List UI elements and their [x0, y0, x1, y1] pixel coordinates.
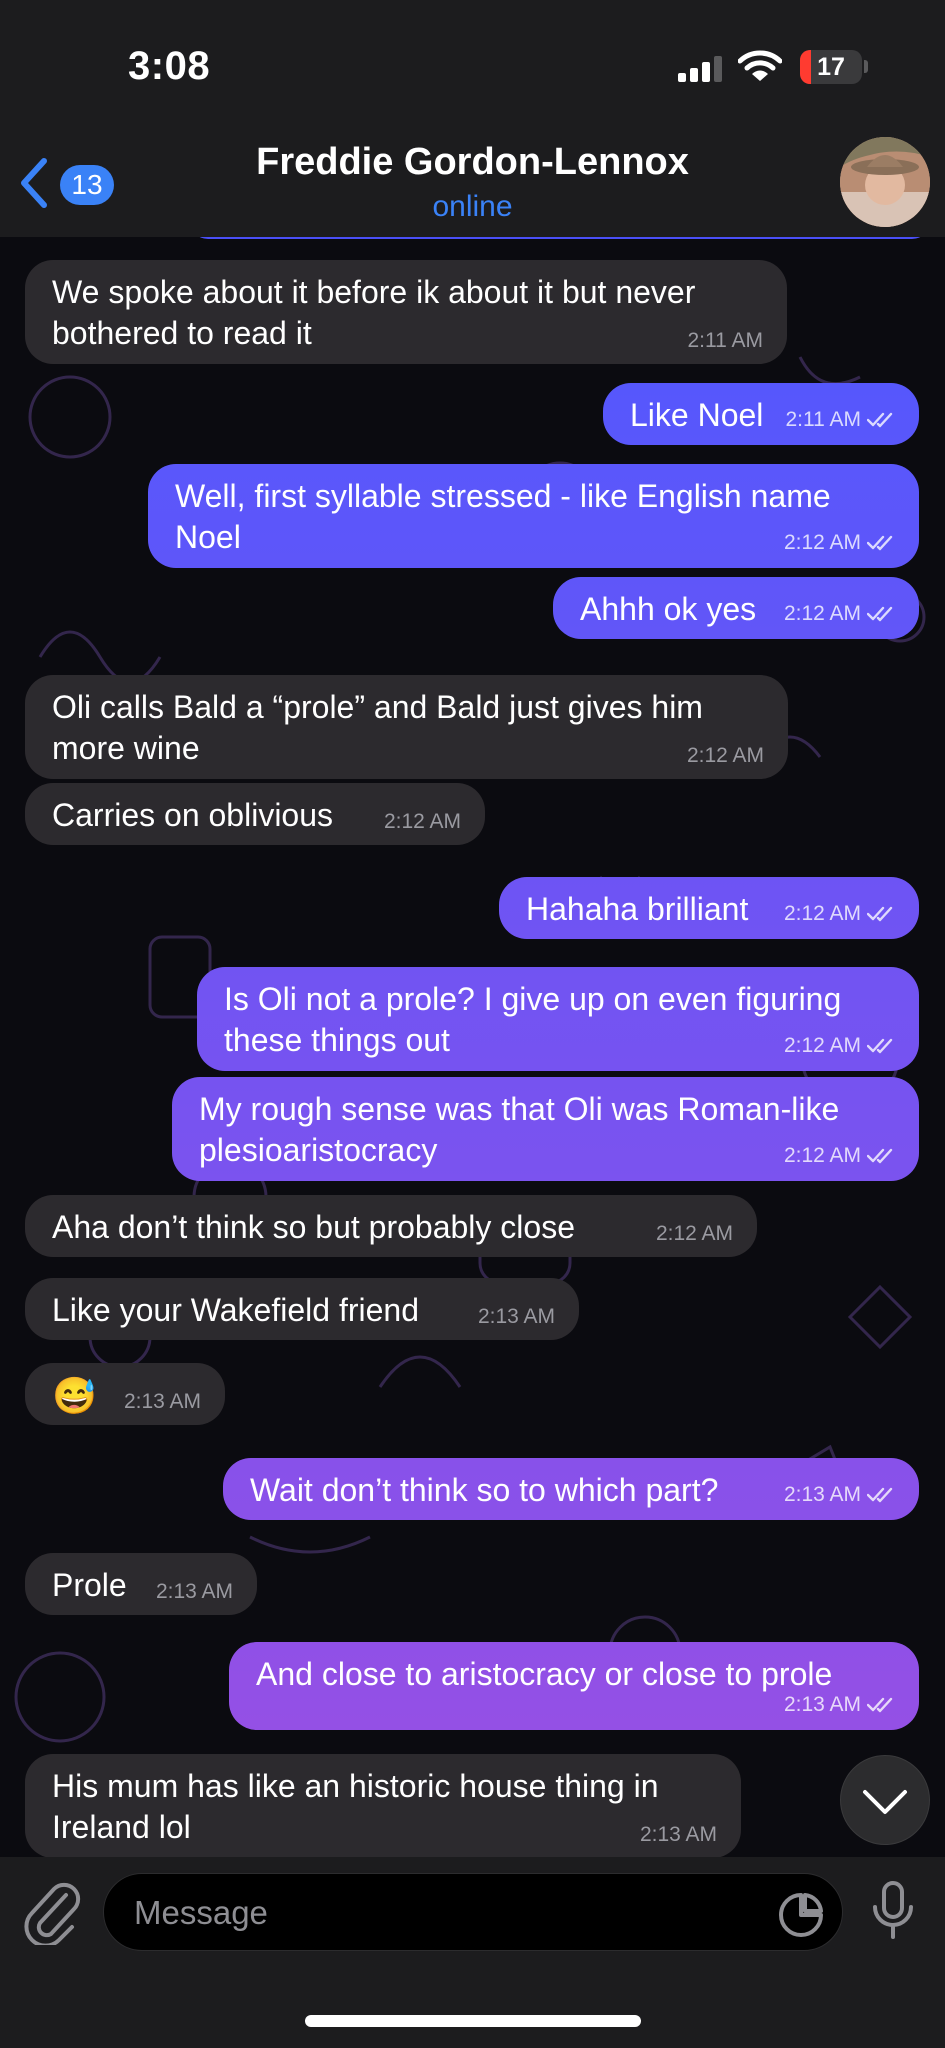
message-text: And close to aristocracy or close to pro…: [256, 1656, 833, 1692]
status-bar: 3:08 17: [0, 0, 945, 125]
chevron-down-icon: [863, 1790, 907, 1814]
outgoing-message[interactable]: Like Noel 2:11 AM: [603, 383, 919, 445]
message-meta: 2:12 AM: [656, 1221, 733, 1247]
incoming-message[interactable]: Carries on oblivious 2:12 AM: [25, 783, 485, 845]
chat-area[interactable]: We spoke about it before ik about it but…: [0, 237, 945, 1857]
double-check-icon: [866, 409, 895, 435]
wifi-icon: [737, 50, 783, 87]
message-meta: 2:12 AM: [784, 1143, 895, 1171]
incoming-message[interactable]: Aha don’t think so but probably close 2:1…: [25, 1195, 757, 1257]
message-text: Oli calls Bald a “prole” and Bald just g…: [52, 689, 703, 766]
message-meta: 2:12 AM: [784, 1033, 895, 1061]
message-text: We spoke about it before ik about it but…: [52, 274, 696, 351]
message-meta: 2:13 AM: [124, 1389, 201, 1415]
battery-icon: 17: [800, 50, 862, 84]
input-bar: [0, 1857, 945, 2048]
message-meta: 2:13 AM: [156, 1579, 233, 1605]
incoming-message[interactable]: Like your Wakefield friend 2:13 AM: [25, 1278, 579, 1340]
outgoing-message[interactable]: Well, first syllable stressed - like Eng…: [148, 464, 919, 568]
message-time: 2:13 AM: [477, 1305, 555, 1328]
previous-message-edge: [190, 237, 930, 239]
message-time: 2:12 AM: [783, 902, 861, 925]
message-meta: 2:12 AM: [784, 601, 895, 629]
message-meta: 2:13 AM: [784, 1692, 895, 1720]
message-meta: 2:13 AM: [784, 1482, 895, 1510]
incoming-message[interactable]: Oli calls Bald a “prole” and Bald just g…: [25, 675, 788, 779]
message-time: 2:11 AM: [687, 329, 764, 352]
outgoing-message[interactable]: Wait don’t think so to which part? 2:13 A…: [223, 1458, 919, 1520]
outgoing-message[interactable]: Hahaha brilliant 2:12 AM: [499, 877, 919, 939]
sticker-icon[interactable]: [776, 1892, 826, 1943]
chat-header: 13 Freddie Gordon-Lennox online: [0, 125, 945, 238]
message-meta: 2:12 AM: [384, 809, 461, 835]
message-input[interactable]: [132, 1874, 736, 1952]
double-check-icon: [866, 1035, 895, 1061]
message-time: 2:12 AM: [783, 531, 861, 554]
paperclip-icon[interactable]: [22, 1881, 82, 1950]
home-indicator: [305, 2015, 641, 2027]
message-time: 2:13 AM: [783, 1693, 861, 1716]
battery-tip: [864, 60, 868, 73]
incoming-message[interactable]: His mum has like an historic house thing…: [25, 1754, 741, 1857]
status-time: 3:08: [128, 44, 211, 88]
outgoing-message[interactable]: And close to aristocracy or close to pro…: [229, 1642, 919, 1730]
message-text: His mum has like an historic house thing…: [52, 1768, 659, 1845]
message-meta: 2:11 AM: [786, 407, 896, 435]
double-check-icon: [866, 603, 895, 629]
message-time: 2:12 AM: [383, 810, 461, 833]
double-check-icon: [866, 903, 895, 929]
signal-icon: [678, 56, 728, 87]
outgoing-message[interactable]: My rough sense was that Oli was Roman-li…: [172, 1077, 919, 1181]
message-time: 2:12 AM: [686, 744, 764, 767]
battery-level-text: 17: [817, 53, 845, 81]
double-check-icon: [866, 1484, 895, 1510]
message-field[interactable]: [103, 1873, 843, 1952]
message-meta: 2:13 AM: [478, 1304, 555, 1330]
message-meta: 2:12 AM: [784, 530, 895, 558]
avatar[interactable]: [840, 137, 930, 227]
outgoing-message[interactable]: Ahhh ok yes 2:12 AM: [553, 577, 919, 639]
message-time: 2:13 AM: [783, 1483, 861, 1506]
message-time: 2:11 AM: [785, 408, 862, 431]
message-time: 2:13 AM: [123, 1390, 201, 1413]
double-check-icon: [866, 532, 895, 558]
message-meta: 2:11 AM: [688, 328, 764, 354]
message-time: 2:13 AM: [639, 1823, 717, 1846]
message-time: 2:12 AM: [783, 1144, 861, 1167]
message-time: 2:12 AM: [783, 602, 861, 625]
message-text: Aha don’t think so but probably close: [52, 1209, 575, 1245]
microphone-icon[interactable]: [869, 1879, 917, 1948]
message-time: 2:12 AM: [655, 1222, 733, 1245]
message-meta: 2:12 AM: [784, 901, 895, 929]
message-time: 2:13 AM: [155, 1580, 233, 1603]
incoming-message[interactable]: 😅 2:13 AM: [25, 1363, 225, 1425]
message-time: 2:12 AM: [783, 1034, 861, 1057]
outgoing-message[interactable]: Is Oli not a prole? I give up on even fi…: [197, 967, 919, 1071]
message-text: Like your Wakefield friend: [52, 1292, 419, 1328]
message-meta: 2:12 AM: [687, 743, 764, 769]
contact-name[interactable]: Freddie Gordon-Lennox: [0, 141, 945, 184]
double-check-icon: [866, 1694, 895, 1720]
incoming-message[interactable]: Prole 2:13 AM: [25, 1553, 257, 1615]
incoming-message[interactable]: We spoke about it before ik about it but…: [25, 260, 787, 364]
double-check-icon: [866, 1145, 895, 1171]
scroll-down-button[interactable]: [840, 1755, 930, 1845]
message-meta: 2:13 AM: [640, 1822, 717, 1848]
contact-status: online: [432, 190, 513, 223]
